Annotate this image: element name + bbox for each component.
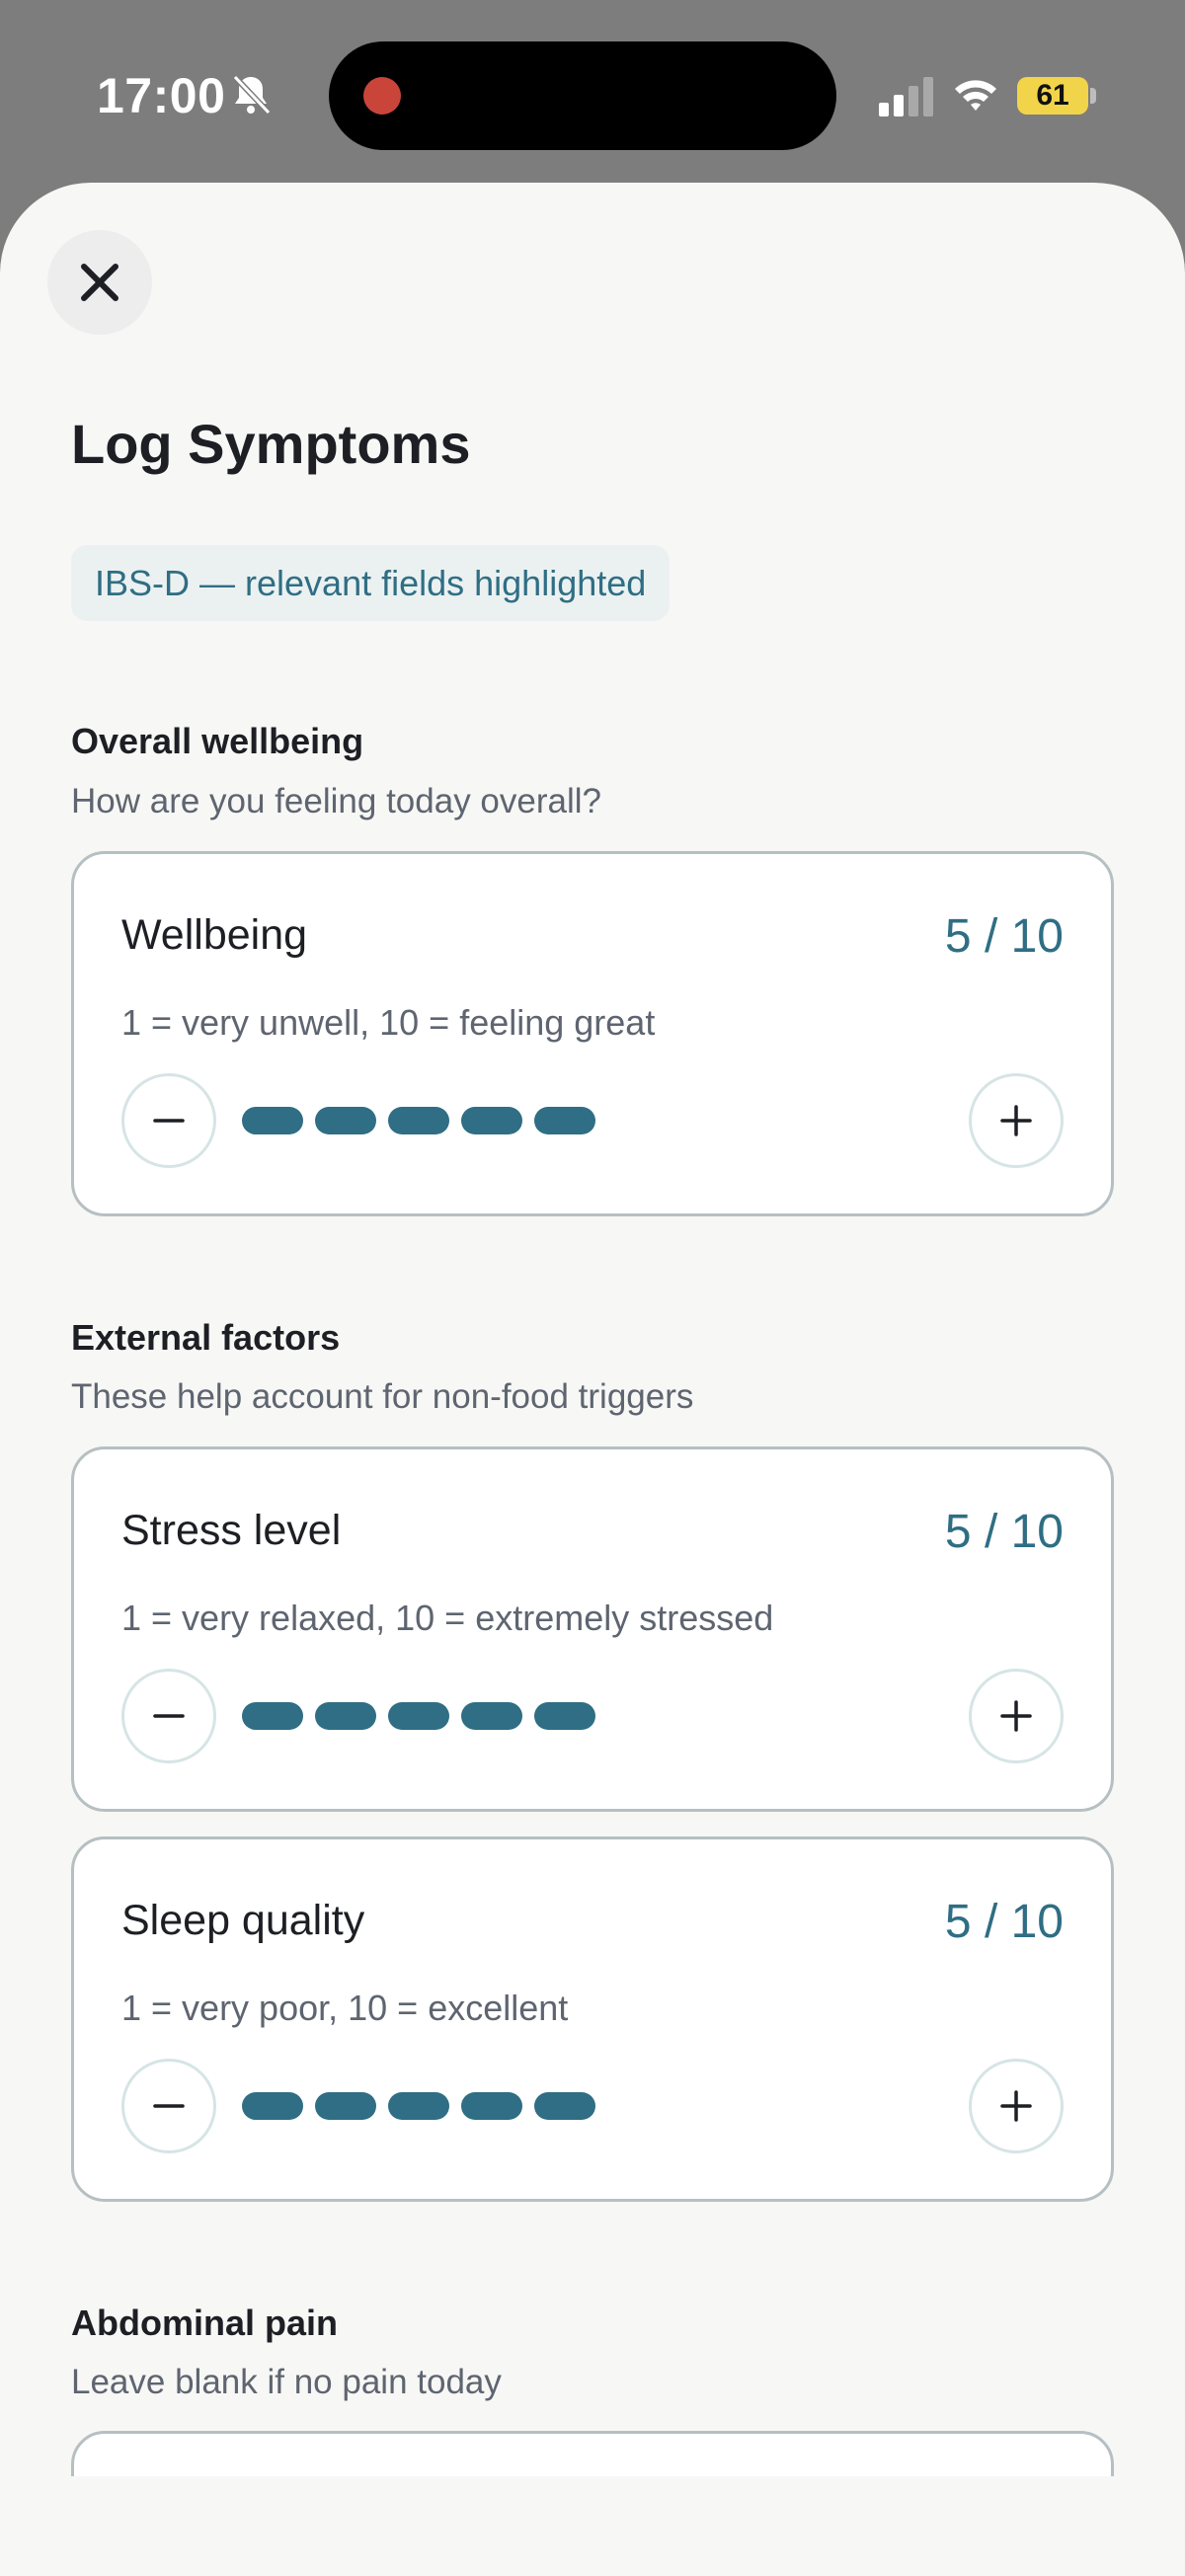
signal-icon [879,77,933,117]
minus-icon [153,2104,185,2108]
stress-hint: 1 = very relaxed, 10 = extremely stresse… [121,1598,774,1638]
section-title-wellbeing: Overall wellbeing [71,721,364,761]
log-symptoms-sheet: Log Symptoms IBS-D — relevant fields hig… [0,183,1185,2576]
plus-icon [1000,1105,1032,1136]
stress-value: 5 / 10 [944,1506,1064,1558]
scale-segment [388,2092,449,2120]
wellbeing-value: 5 / 10 [944,910,1064,963]
minus-icon [153,1714,185,1718]
scale-segment [242,1107,303,1134]
minus-icon [153,1119,185,1123]
scale-segment [461,2092,522,2120]
wellbeing-scale[interactable] [242,1107,595,1134]
stress-scale[interactable] [242,1702,595,1730]
scale-segment [388,1107,449,1134]
battery-cap [1090,88,1096,104]
sleep-hint: 1 = very poor, 10 = excellent [121,1988,569,2028]
sleep-increase-button[interactable] [969,2059,1064,2153]
section-subtitle-pain: Leave blank if no pain today [71,2363,502,2401]
scale-segment [315,1702,376,1730]
wifi-icon [955,80,996,111]
wellbeing-decrease-button[interactable] [121,1073,216,1168]
section-subtitle-wellbeing: How are you feeling today overall? [71,782,601,820]
scale-segment [534,1702,595,1730]
scale-segment [388,1702,449,1730]
stress-card: Stress level 5 / 10 1 = very relaxed, 10… [71,1446,1114,1812]
plus-icon [1000,1700,1032,1732]
dynamic-island [329,41,836,150]
plus-icon [1000,2090,1032,2122]
wellbeing-increase-button[interactable] [969,1073,1064,1168]
scale-segment [315,1107,376,1134]
scale-segment [461,1107,522,1134]
stress-increase-button[interactable] [969,1669,1064,1763]
section-title-external: External factors [71,1317,341,1358]
wellbeing-label: Wellbeing [121,911,308,959]
wellbeing-hint: 1 = very unwell, 10 = feeling great [121,1002,656,1043]
bell-slash-icon [232,74,272,116]
scale-segment [315,2092,376,2120]
wellbeing-card: Wellbeing 5 / 10 1 = very unwell, 10 = f… [71,851,1114,1216]
section-title-pain: Abdominal pain [71,2303,338,2343]
stress-label: Stress level [121,1507,342,1554]
bottom-area [0,2476,1185,2576]
section-subtitle-external: These help account for non-food triggers [71,1377,694,1416]
close-icon [81,264,118,301]
close-button[interactable] [47,230,152,335]
stress-decrease-button[interactable] [121,1669,216,1763]
status-bar: 17:00 61 [0,0,1185,188]
scale-segment [534,1107,595,1134]
scale-segment [461,1702,522,1730]
battery-icon: 61 [1017,77,1088,115]
sleep-card: Sleep quality 5 / 10 1 = very poor, 10 =… [71,1836,1114,2202]
sleep-value: 5 / 10 [944,1896,1064,1948]
condition-badge: IBS-D — relevant fields highlighted [71,545,671,621]
recording-indicator [363,77,401,115]
scale-segment [242,1702,303,1730]
sleep-label: Sleep quality [121,1897,365,1944]
sleep-decrease-button[interactable] [121,2059,216,2153]
scale-segment [534,2092,595,2120]
sleep-scale[interactable] [242,2092,595,2120]
page-title: Log Symptoms [71,413,471,475]
scale-segment [242,2092,303,2120]
status-time: 17:00 [97,68,226,123]
